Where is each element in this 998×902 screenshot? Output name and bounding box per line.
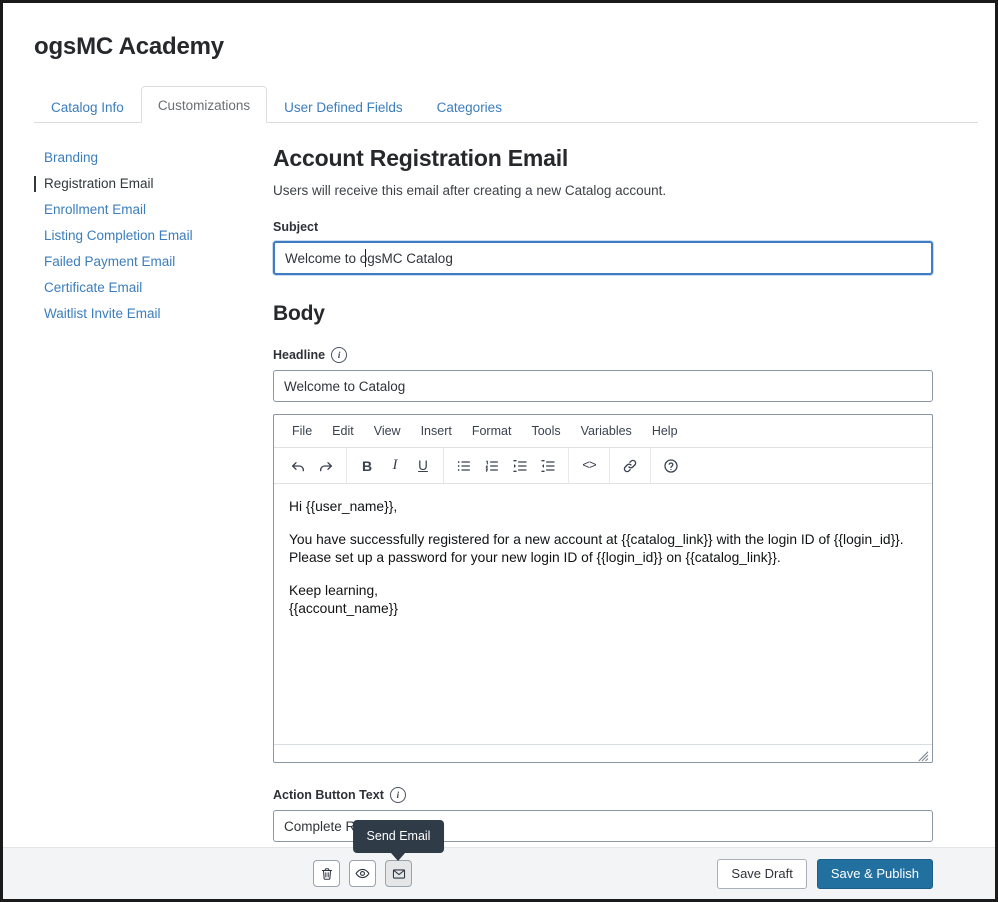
source-code-icon[interactable]: <> [575, 453, 603, 479]
editor-paragraph: Hi {{user_name}}, [289, 499, 398, 514]
tab-user-defined-fields[interactable]: User Defined Fields [267, 90, 420, 123]
toolbar-group-formatting: B I U [347, 448, 444, 483]
save-publish-button[interactable]: Save & Publish [816, 858, 933, 889]
toolbar-group-code: <> [569, 448, 610, 483]
page-description: Users will receive this email after crea… [273, 183, 667, 198]
settings-sidebar: Branding Registration Email Enrollment E… [3, 145, 273, 867]
send-email-button[interactable] [385, 860, 412, 887]
indent-increase-icon[interactable] [506, 453, 534, 479]
toolbar-group-help [651, 448, 691, 483]
delete-button[interactable] [313, 860, 340, 887]
subject-label: Subject [273, 220, 933, 234]
editor-menu-bar: File Edit View Insert Format Tools Varia… [274, 415, 932, 448]
help-icon[interactable] [657, 453, 685, 479]
tab-bar: Catalog Info Customizations User Defined… [34, 86, 978, 123]
sidebar-item-enrollment-email[interactable]: Enrollment Email [34, 197, 273, 223]
footer-icon-group: Send Email [313, 820, 445, 887]
action-button-text-label: Action Button Text i [273, 787, 933, 803]
subject-input[interactable] [273, 241, 933, 275]
rich-text-editor: File Edit View Insert Format Tools Varia… [273, 414, 933, 763]
menu-view[interactable]: View [365, 420, 410, 442]
info-icon[interactable]: i [331, 347, 348, 363]
page-root: ogsMC Academy Catalog Info Customization… [3, 3, 995, 899]
menu-insert[interactable]: Insert [412, 420, 461, 442]
content-columns: Branding Registration Email Enrollment E… [3, 123, 995, 867]
tooltip-content: Send Email [352, 820, 445, 853]
save-draft-button[interactable]: Save Draft [717, 858, 807, 889]
headline-label-text: Headline [273, 348, 326, 362]
editor-resize-handle[interactable] [918, 749, 929, 762]
sidebar-item-certificate-email[interactable]: Certificate Email [34, 275, 273, 301]
underline-icon[interactable]: U [409, 453, 437, 479]
editor-content-area[interactable]: Hi {{user_name}}, You have successfully … [274, 484, 932, 744]
redo-icon[interactable] [312, 453, 340, 479]
toolbar-group-history [278, 448, 347, 483]
menu-file[interactable]: File [283, 420, 321, 442]
headline-input[interactable] [273, 370, 933, 402]
preview-button[interactable] [349, 860, 376, 887]
sidebar-item-waitlist-invite-email[interactable]: Waitlist Invite Email [34, 301, 273, 327]
menu-edit[interactable]: Edit [323, 420, 363, 442]
body-section-title: Body [273, 302, 325, 325]
menu-help[interactable]: Help [643, 420, 687, 442]
menu-variables[interactable]: Variables [572, 420, 641, 442]
link-icon[interactable] [616, 453, 644, 479]
toolbar-group-link [610, 448, 651, 483]
sidebar-item-listing-completion-email[interactable]: Listing Completion Email [34, 223, 273, 249]
subject-label-text: Subject [273, 220, 319, 234]
tab-categories[interactable]: Categories [420, 90, 519, 123]
bold-icon[interactable]: B [353, 453, 381, 479]
editor-paragraph: Keep learning, {{account_name}} [289, 582, 398, 617]
text-caret [365, 249, 366, 267]
tab-catalog-info[interactable]: Catalog Info [34, 90, 141, 123]
page-app-title: ogsMC Academy [34, 33, 224, 60]
footer-action-group: Save Draft Save & Publish [717, 858, 933, 889]
undo-icon[interactable] [284, 453, 312, 479]
menu-format[interactable]: Format [463, 420, 521, 442]
indent-decrease-icon[interactable] [534, 453, 562, 479]
italic-icon[interactable]: I [381, 453, 409, 479]
headline-label: Headline i [273, 347, 933, 363]
subject-field-wrapper [273, 241, 933, 275]
action-footer: Send Email Save Draft Save & Publish [3, 820, 995, 899]
browser-window: ogsMC Academy Catalog Info Customization… [0, 0, 998, 902]
action-button-text-label-text: Action Button Text [273, 788, 384, 802]
editor-status-bar [274, 744, 932, 762]
send-email-tooltip-wrapper: Send Email [352, 820, 445, 887]
page-title: Account Registration Email [273, 145, 569, 171]
bullet-list-icon[interactable] [450, 453, 478, 479]
sidebar-item-branding[interactable]: Branding [34, 145, 273, 171]
main-content: Account Registration Email Users will re… [273, 145, 995, 867]
sidebar-item-registration-email[interactable]: Registration Email [34, 171, 273, 197]
info-icon[interactable]: i [389, 787, 406, 803]
tab-customizations[interactable]: Customizations [140, 86, 268, 123]
numbered-list-icon[interactable] [478, 453, 506, 479]
toolbar-group-lists [444, 448, 569, 483]
editor-paragraph: You have successfully registered for a n… [289, 531, 904, 566]
menu-tools[interactable]: Tools [522, 420, 569, 442]
editor-toolbar: B I U <> [274, 448, 932, 484]
sidebar-item-failed-payment-email[interactable]: Failed Payment Email [34, 249, 273, 275]
